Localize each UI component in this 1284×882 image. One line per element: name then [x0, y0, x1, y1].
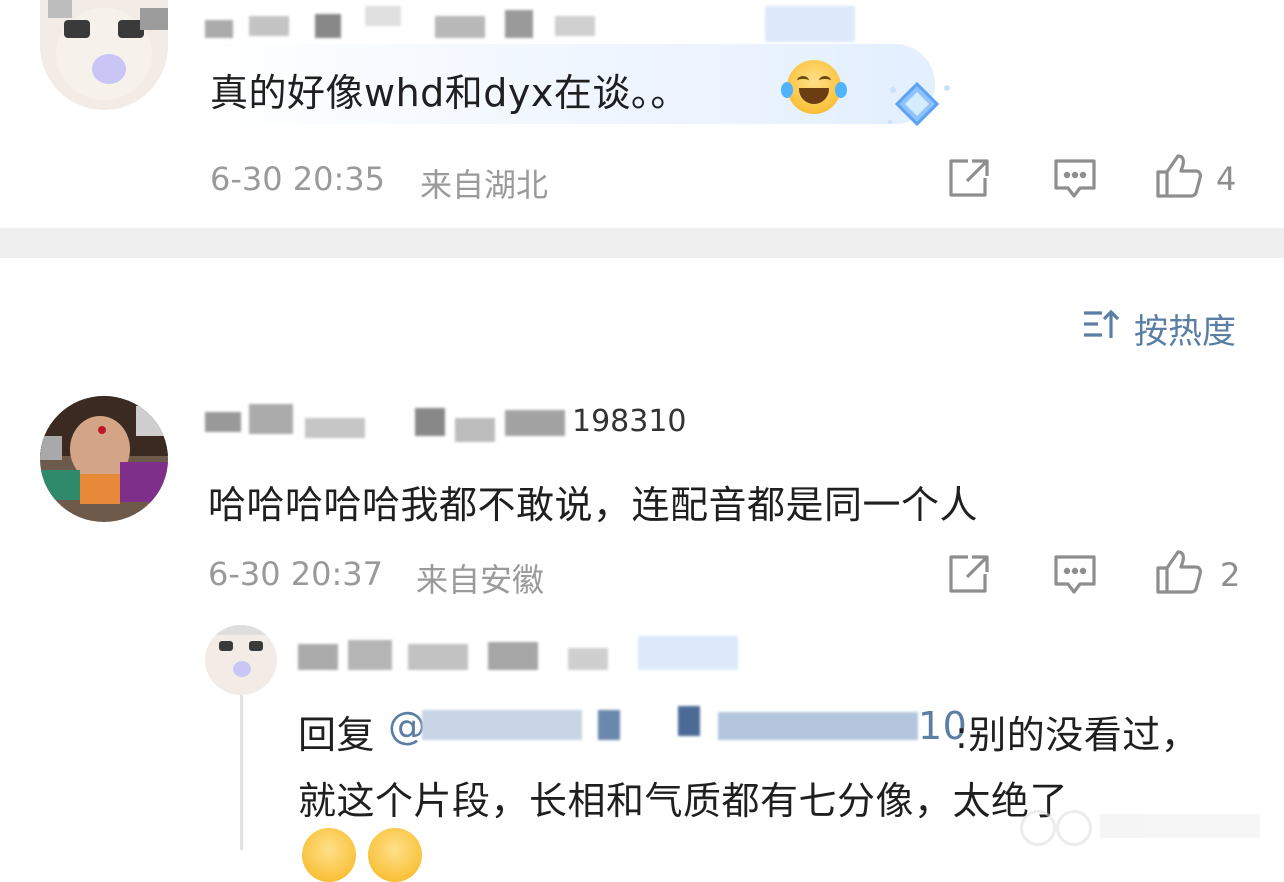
username-visible[interactable]: 198310 — [572, 404, 687, 439]
watermark — [1020, 806, 1270, 846]
comment-time: 6-30 20:35 — [210, 160, 386, 198]
comment-icon[interactable] — [1052, 552, 1098, 596]
section-divider — [0, 228, 1284, 258]
share-icon[interactable] — [946, 156, 992, 200]
username-redacted[interactable] — [205, 6, 855, 42]
comment-icon[interactable] — [1052, 156, 1098, 200]
laughing-tears-emoji — [368, 828, 422, 882]
thumbs-up-icon[interactable] — [1154, 152, 1204, 200]
reply-prefix: 回复 — [298, 713, 376, 757]
thumbs-up-icon[interactable] — [1154, 548, 1204, 596]
reply-text-line2: 就这个片段，长相和气质都有七分像，太绝了 — [298, 779, 1069, 823]
comment-location: 来自安徽 — [416, 561, 545, 599]
sort-by-popularity[interactable]: 按热度 — [1134, 304, 1236, 353]
diamond-badge-icon — [885, 78, 955, 138]
comment-text: 真的好像whd和dyx在谈。。 — [210, 71, 689, 115]
sort-icon[interactable] — [1082, 306, 1122, 342]
comment-text: 哈哈哈哈哈我都不敢说，连配音都是同一个人 — [208, 483, 979, 527]
reply-username-redacted[interactable] — [298, 636, 748, 676]
laughing-tears-emoji — [781, 60, 847, 114]
mention-link[interactable]: @ 10 — [378, 704, 968, 748]
reply-text-line1: :别的没看过， — [955, 713, 1200, 757]
avatar[interactable] — [40, 0, 168, 110]
laughing-tears-emoji — [302, 828, 356, 882]
mention-at: @ — [388, 704, 427, 748]
like-count: 2 — [1220, 556, 1241, 594]
share-icon[interactable] — [946, 552, 992, 596]
avatar[interactable] — [40, 396, 168, 522]
reply-thread-line — [240, 690, 243, 850]
like-count: 4 — [1216, 160, 1237, 198]
reply-avatar[interactable] — [205, 625, 277, 695]
comment-time: 6-30 20:37 — [208, 555, 384, 593]
comment-location: 来自湖北 — [420, 166, 549, 204]
